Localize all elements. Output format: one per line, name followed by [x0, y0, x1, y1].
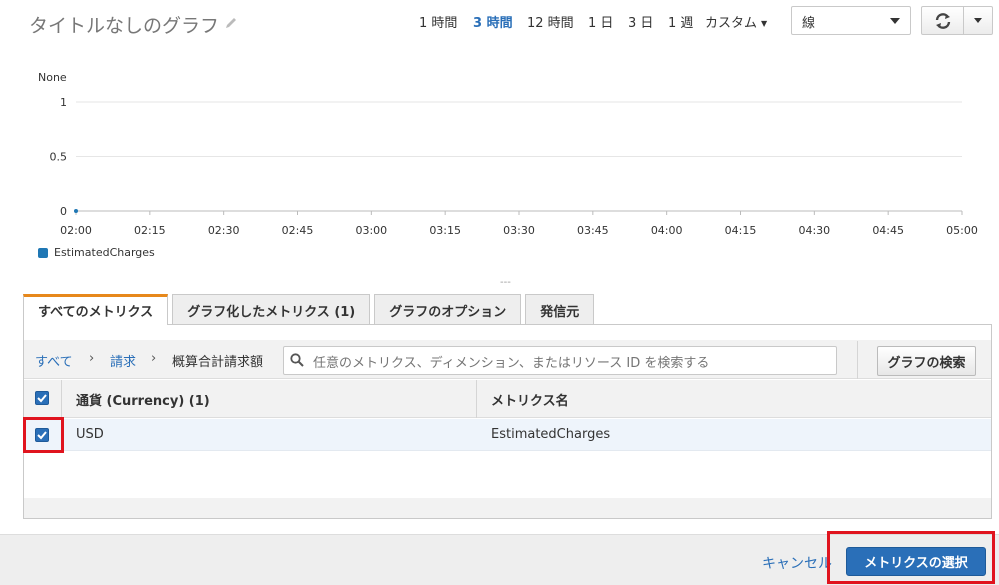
- column-header-currency[interactable]: 通貨 (Currency) (1): [76, 390, 210, 409]
- chart-legend[interactable]: EstimatedCharges: [38, 246, 155, 259]
- metric-chart: None 1 0.5 0 02:00 02:15 02:30 02:45 03:00 03:1…: [38, 71, 978, 237]
- dropdown-arrow-icon: [974, 18, 982, 23]
- resize-handle[interactable]: ---: [500, 277, 511, 288]
- cancel-button[interactable]: キャンセル: [762, 553, 832, 573]
- x-tick-label: 02:15: [134, 224, 166, 237]
- x-tick-label: 04:15: [725, 224, 757, 237]
- refresh-button-group: [921, 6, 993, 35]
- tab-graphed-metrics[interactable]: グラフ化したメトリクス (1): [172, 294, 371, 324]
- metric-tabs: すべてのメトリクス グラフ化したメトリクス (1) グラフのオプション 発信元: [23, 294, 598, 325]
- cell-metric-name: EstimatedCharges: [491, 427, 611, 442]
- graph-title: タイトルなしのグラフ: [29, 15, 220, 37]
- caret-down-icon: ▼: [761, 19, 768, 28]
- tab-graph-options[interactable]: グラフのオプション: [374, 294, 522, 324]
- range-1w[interactable]: 1 週: [668, 12, 693, 31]
- dropdown-arrow-icon: [890, 18, 900, 24]
- chart-type-value: 線: [802, 16, 816, 31]
- y-tick-label: 0: [60, 205, 67, 218]
- select-all-checkbox[interactable]: [35, 391, 49, 405]
- x-tick-label: 05:00: [946, 224, 978, 237]
- range-3h[interactable]: 3 時間: [473, 12, 513, 31]
- range-1d[interactable]: 1 日: [588, 12, 613, 31]
- x-tick-label: 04:00: [651, 224, 683, 237]
- breadcrumb-current: 概算合計請求額: [172, 355, 264, 370]
- check-icon: [37, 394, 47, 403]
- y-tick-label: 1: [60, 96, 67, 109]
- column-header-metric-name[interactable]: メトリクス名: [491, 390, 569, 409]
- breadcrumb-separator: ›: [89, 351, 95, 366]
- range-custom[interactable]: カスタム ▼: [705, 12, 767, 31]
- pencil-icon[interactable]: [224, 16, 238, 30]
- breadcrumb-separator: ›: [151, 351, 157, 366]
- cell-currency: USD: [76, 427, 104, 442]
- highlight-box: [23, 417, 64, 453]
- chart-type-select[interactable]: 線: [791, 6, 911, 35]
- legend-swatch: [38, 247, 48, 258]
- search-icon: [290, 353, 304, 367]
- x-tick-label: 03:15: [429, 224, 461, 237]
- data-point: [74, 209, 78, 213]
- table-footer: [24, 498, 991, 518]
- x-tick-label: 02:45: [282, 224, 314, 237]
- metric-search-input[interactable]: [283, 346, 837, 375]
- breadcrumb-billing[interactable]: 請求: [110, 351, 136, 370]
- range-12h[interactable]: 12 時間: [527, 12, 574, 31]
- y-axis-label: None: [38, 71, 67, 84]
- x-tick-label: 03:30: [503, 224, 535, 237]
- x-tick-label: 03:00: [355, 224, 387, 237]
- x-tick-label: 02:00: [60, 224, 92, 237]
- range-1h[interactable]: 1 時間: [419, 12, 457, 31]
- graph-search-button[interactable]: グラフの検索: [877, 346, 976, 376]
- y-tick-label: 0.5: [50, 151, 68, 164]
- highlight-box: [827, 531, 995, 584]
- x-tick-label: 04:45: [872, 224, 904, 237]
- toolbar-divider: [857, 341, 858, 379]
- breadcrumb-all[interactable]: すべて: [35, 351, 73, 370]
- x-tick-label: 03:45: [577, 224, 609, 237]
- column-divider: [61, 380, 62, 418]
- range-3d[interactable]: 3 日: [628, 12, 653, 31]
- tab-source[interactable]: 発信元: [525, 294, 595, 324]
- refresh-options-button[interactable]: [964, 7, 992, 34]
- x-tick-label: 02:30: [208, 224, 240, 237]
- tab-all-metrics[interactable]: すべてのメトリクス: [23, 294, 169, 325]
- legend-label: EstimatedCharges: [54, 246, 155, 259]
- x-tick-label: 04:30: [798, 224, 830, 237]
- column-divider: [476, 380, 477, 418]
- refresh-button[interactable]: [922, 7, 964, 34]
- range-custom-label: カスタム: [705, 16, 758, 31]
- table-empty-area: [24, 452, 991, 498]
- refresh-icon: [935, 12, 950, 29]
